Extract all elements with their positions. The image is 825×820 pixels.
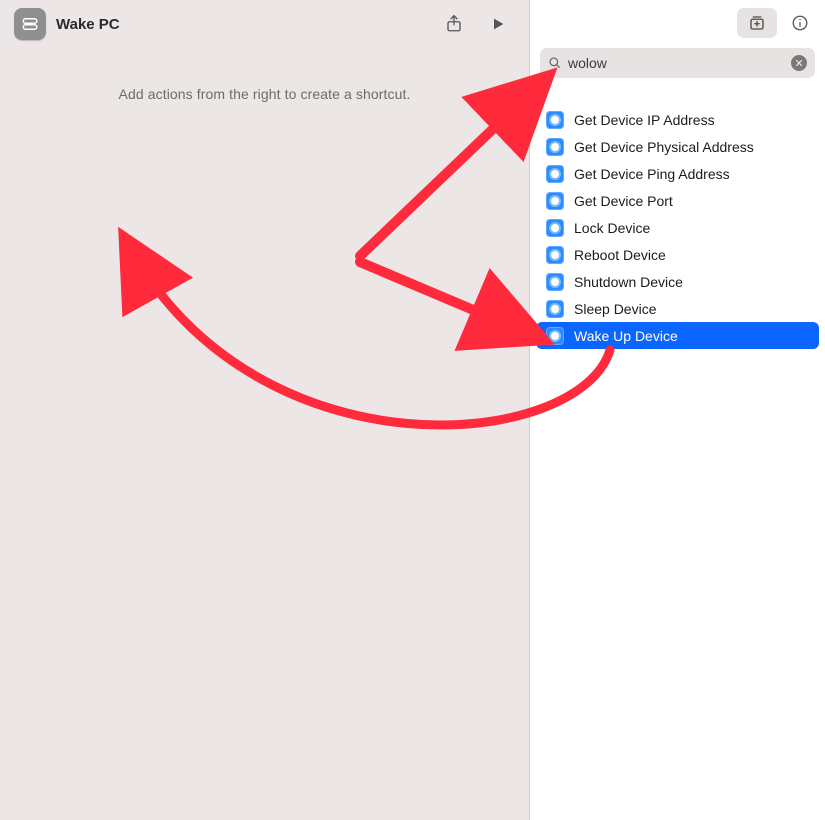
info-button[interactable] (787, 10, 813, 36)
action-app-icon (546, 111, 564, 129)
action-label: Sleep Device (574, 301, 657, 317)
action-label: Reboot Device (574, 247, 666, 263)
action-search[interactable] (540, 48, 815, 78)
action-item[interactable]: Shutdown Device (536, 268, 819, 295)
run-button[interactable] (487, 13, 509, 35)
action-item[interactable]: Sleep Device (536, 295, 819, 322)
library-pane: Get Device IP Address Get Device Physical… (530, 0, 825, 820)
action-item[interactable]: Get Device Physical Address (536, 133, 819, 160)
library-toggle-button[interactable] (737, 8, 777, 38)
action-label: Get Device Physical Address (574, 139, 754, 155)
action-label: Get Device Ping Address (574, 166, 730, 182)
action-label: Shutdown Device (574, 274, 683, 290)
titlebar-buttons (443, 13, 509, 35)
action-app-icon (546, 165, 564, 183)
shortcut-title[interactable]: Wake PC (56, 16, 433, 33)
action-item[interactable]: Get Device IP Address (536, 106, 819, 133)
action-app-icon (546, 246, 564, 264)
action-label: Wake Up Device (574, 328, 678, 344)
action-label: Get Device IP Address (574, 112, 715, 128)
action-item[interactable]: Reboot Device (536, 241, 819, 268)
titlebar: Wake PC (0, 0, 529, 46)
actions-list: Get Device IP Address Get Device Physical… (530, 106, 825, 349)
action-app-icon (546, 219, 564, 237)
action-item[interactable]: Wake Up Device (536, 322, 819, 349)
library-toolbar (530, 0, 825, 42)
action-search-input[interactable] (568, 55, 791, 71)
action-app-icon (546, 327, 564, 345)
action-item[interactable]: Lock Device (536, 214, 819, 241)
action-app-icon (546, 273, 564, 291)
clear-search-icon[interactable] (791, 55, 807, 71)
action-item[interactable]: Get Device Port (536, 187, 819, 214)
action-app-icon (546, 138, 564, 156)
search-icon (548, 56, 562, 70)
action-label: Get Device Port (574, 193, 673, 209)
action-label: Lock Device (574, 220, 650, 236)
shortcut-app-icon (14, 8, 46, 40)
editor-pane: Wake PC Add actions from the right to cr… (0, 0, 530, 820)
action-app-icon (546, 300, 564, 318)
share-button[interactable] (443, 13, 465, 35)
editor-hint: Add actions from the right to create a s… (0, 86, 529, 102)
action-item[interactable]: Get Device Ping Address (536, 160, 819, 187)
action-app-icon (546, 192, 564, 210)
